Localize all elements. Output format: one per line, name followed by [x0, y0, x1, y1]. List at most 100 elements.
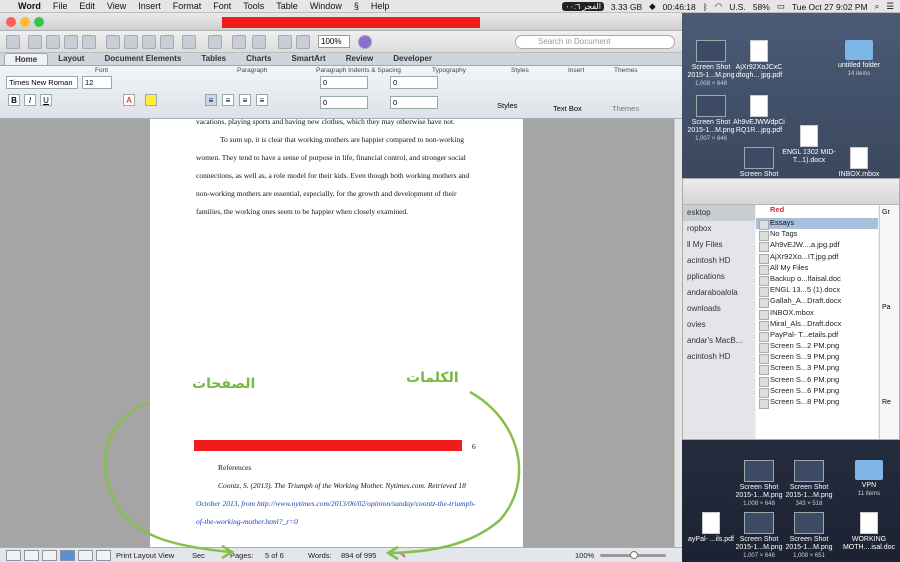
proofing-icon[interactable]: ✎: [400, 551, 406, 560]
document-canvas[interactable]: vacations, playing sports and having new…: [0, 119, 682, 547]
finder-file-row[interactable]: Screen S...2 PM.png: [756, 341, 878, 354]
toolbox-icon[interactable]: [296, 35, 310, 49]
finder-sidebar-item[interactable]: acintosh HD: [683, 253, 755, 269]
outline-view-icon[interactable]: [24, 550, 39, 561]
wifi-icon[interactable]: ◠: [715, 1, 722, 12]
finder-file-row[interactable]: Backup o...lfaisal.doc: [756, 274, 878, 287]
align-right-button[interactable]: ≡: [239, 94, 251, 106]
finder-col3-item[interactable]: Pa: [880, 300, 899, 315]
notification-center-icon[interactable]: ☰: [886, 1, 894, 12]
desktop-icon[interactable]: WORKING MOTH....isal.doc: [840, 512, 898, 552]
tab-smartart[interactable]: SmartArt: [281, 53, 335, 65]
italic-button[interactable]: I: [24, 94, 36, 106]
cut-icon[interactable]: [106, 35, 120, 49]
draft-view-icon[interactable]: [6, 550, 21, 561]
bold-button[interactable]: B: [8, 94, 20, 106]
show-formatting-icon[interactable]: [232, 35, 246, 49]
publishing-view-icon[interactable]: [42, 550, 57, 561]
prayer-time[interactable]: الفجر ٠٠:٦: [562, 2, 604, 11]
page-6[interactable]: 6 References Coontz, S. (2013). The Triu…: [150, 419, 523, 547]
tab-charts[interactable]: Charts: [236, 53, 281, 65]
zoom-window-icon[interactable]: [34, 17, 44, 27]
finder-file-row[interactable]: Ah9vEJW....a.jpg.pdf: [756, 240, 878, 253]
save-icon[interactable]: [64, 35, 78, 49]
underline-button[interactable]: U: [40, 94, 52, 106]
desktop-icon[interactable]: ayPal- ...ils.pdf: [682, 512, 740, 544]
finder-file-row[interactable]: Screen S...6 PM.png: [756, 375, 878, 387]
align-center-button[interactable]: ≡: [222, 94, 234, 106]
print-layout-view-icon[interactable]: [60, 550, 75, 561]
font-size-select[interactable]: 12: [82, 76, 112, 89]
desktop-icon[interactable]: Screen Shot 2015-1...M.png 343 × 518: [780, 460, 838, 508]
finder-file-row[interactable]: Screen S...8 PM.png: [756, 397, 878, 410]
wifi-data-usage[interactable]: 3.33 GB: [611, 2, 642, 12]
help-icon[interactable]: [358, 35, 372, 49]
reference-line-2[interactable]: October 2013, from http://www.nytimes.co…: [196, 495, 486, 513]
text-box-button[interactable]: Text Box: [553, 104, 582, 113]
finder-col3-item[interactable]: Re: [880, 395, 899, 410]
bluetooth-icon[interactable]: ᛒ: [703, 2, 708, 12]
finder-file-row[interactable]: All My Files: [756, 263, 878, 275]
finder-file-row[interactable]: ENGL 13...5 (1).docx: [756, 285, 878, 298]
tab-developer[interactable]: Developer: [383, 53, 442, 65]
menu-font[interactable]: Font: [207, 1, 237, 11]
tab-review[interactable]: Review: [336, 53, 384, 65]
menu-insert[interactable]: Insert: [132, 1, 167, 11]
finder-file-row[interactable]: No Tags: [756, 229, 878, 242]
spacing-before-field[interactable]: 0: [320, 96, 368, 109]
finder-sidebar-item[interactable]: esktop: [683, 205, 755, 221]
finder-sidebar-item[interactable]: andaraboalola: [683, 285, 755, 301]
tab-layout[interactable]: Layout: [48, 53, 94, 65]
font-name-select[interactable]: Times New Roman: [6, 76, 78, 89]
align-left-button[interactable]: ≡: [205, 94, 217, 106]
finder-file-row[interactable]: Essays: [756, 218, 878, 231]
print-icon[interactable]: [82, 35, 96, 49]
sidebar-toggle-icon[interactable]: [278, 35, 292, 49]
desktop-icon[interactable]: untitled folder 14 items: [830, 40, 888, 78]
highlight-button[interactable]: [145, 94, 157, 106]
battery-percent[interactable]: 58%: [753, 2, 770, 12]
copy-icon[interactable]: [124, 35, 138, 49]
themes-button[interactable]: Themes: [612, 104, 639, 113]
input-source-flag[interactable]: U.S.: [729, 2, 746, 12]
open-icon[interactable]: [46, 35, 60, 49]
notebook-view-icon[interactable]: [78, 550, 93, 561]
paste-icon[interactable]: [142, 35, 156, 49]
zoom-slider-thumb[interactable]: [630, 551, 638, 559]
document-search-input[interactable]: Search in Document: [515, 35, 675, 49]
zoom-select[interactable]: 100%: [318, 35, 350, 48]
reference-line-3[interactable]: of-the-working-mother.html?_r=0: [196, 513, 486, 531]
finder-sidebar-item[interactable]: ovies: [683, 317, 755, 333]
finder-file-row[interactable]: INBOX.mbox: [756, 308, 878, 320]
format-painter-icon[interactable]: [160, 35, 174, 49]
tab-document-elements[interactable]: Document Elements: [94, 53, 191, 65]
indent-left-field[interactable]: 0: [320, 76, 368, 89]
clock[interactable]: Tue Oct 27 9:02 PM: [792, 2, 868, 12]
close-window-icon[interactable]: [6, 17, 16, 27]
redo-icon[interactable]: [208, 35, 222, 49]
finder-file-row[interactable]: Screen S...6 PM.png: [756, 386, 878, 399]
timer-readout[interactable]: 00:46:18: [663, 2, 696, 12]
finder-file-row[interactable]: Gallah_A...Draft.docx: [756, 296, 878, 309]
vertical-scrollbar[interactable]: [674, 119, 682, 547]
justify-button[interactable]: ≡: [256, 94, 268, 106]
menu-help[interactable]: Help: [365, 1, 396, 11]
finder-file-row[interactable]: Screen S...9 PM.png: [756, 352, 878, 365]
spacing-after-field[interactable]: 0: [390, 96, 438, 109]
tab-home[interactable]: Home: [4, 53, 49, 65]
menu-format[interactable]: Format: [167, 1, 208, 11]
finder-file-row[interactable]: Miral_Als...Draft.docx: [756, 319, 878, 331]
finder-file-row[interactable]: AjXr92Xo...IT.jpg.pdf: [756, 252, 878, 264]
spotlight-icon[interactable]: ⌕: [875, 1, 880, 12]
menu-view[interactable]: View: [101, 1, 132, 11]
desktop-icon[interactable]: Screen Shot 2015-1...M.png 1,008 × 651: [780, 512, 838, 560]
finder-sidebar-item[interactable]: ll My Files: [683, 237, 755, 253]
finder-sidebar-item[interactable]: pplications: [683, 269, 755, 285]
font-color-button[interactable]: A: [123, 94, 135, 106]
menu-app-name[interactable]: Word: [12, 1, 47, 11]
new-doc-icon[interactable]: [6, 35, 20, 49]
menu-edit[interactable]: Edit: [73, 1, 101, 11]
menu-table[interactable]: Table: [270, 1, 304, 11]
dropbox-icon[interactable]: ◆: [649, 1, 656, 12]
indent-right-field[interactable]: 0: [390, 76, 438, 89]
